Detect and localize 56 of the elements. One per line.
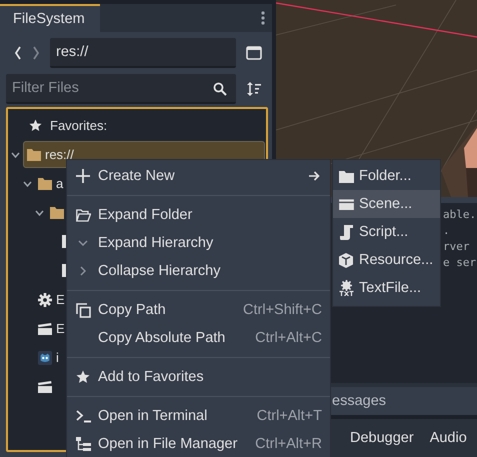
file-tree-icon bbox=[76, 436, 90, 452]
filter-field[interactable]: Filter Files bbox=[6, 74, 236, 104]
terminal-icon bbox=[76, 410, 90, 422]
folder-icon bbox=[338, 170, 354, 182]
sort-icon[interactable] bbox=[246, 81, 262, 97]
plus-icon bbox=[76, 169, 90, 183]
menu-item[interactable]: Folder... bbox=[333, 162, 440, 190]
search-icon bbox=[213, 82, 227, 96]
folder-icon bbox=[50, 206, 64, 218]
back-icon[interactable] bbox=[14, 46, 22, 60]
menu-item[interactable]: Script... bbox=[333, 218, 440, 246]
chevron-down-icon bbox=[78, 240, 88, 246]
copy-icon bbox=[76, 302, 90, 318]
bottom-panel-tab[interactable]: Audio bbox=[430, 430, 467, 446]
gear-icon bbox=[38, 292, 52, 306]
tree-item-label[interactable]: res:// bbox=[45, 147, 74, 162]
tree-item-label[interactable]: E bbox=[56, 321, 65, 336]
menu-item[interactable]: Resource... bbox=[333, 246, 440, 274]
clapperboard-icon bbox=[38, 380, 52, 392]
favorites-label: Favorites: bbox=[50, 118, 108, 133]
console-text: able. bbox=[443, 207, 477, 223]
menu-item[interactable]: TextFile... bbox=[333, 274, 440, 302]
more-options-icon[interactable] bbox=[261, 11, 265, 25]
scroll-icon bbox=[340, 224, 352, 240]
menu-item[interactable]: Copy Path Ctrl+Shift+C bbox=[67, 296, 330, 324]
star-icon bbox=[29, 119, 42, 132]
menu-item[interactable]: Open in File Manager Ctrl+Alt+R bbox=[67, 430, 330, 457]
cube-icon bbox=[339, 252, 353, 268]
menu-item[interactable]: Open in Terminal Ctrl+Alt+T bbox=[67, 402, 330, 430]
menu-item[interactable]: Copy Absolute Path Ctrl+Alt+C bbox=[67, 324, 330, 352]
layout-toggle-icon[interactable] bbox=[246, 46, 262, 60]
console-text: e ser bbox=[443, 255, 477, 271]
robot-logo-icon bbox=[38, 350, 52, 364]
open-folder-icon bbox=[76, 208, 90, 222]
messages-label: essages bbox=[332, 393, 386, 409]
folder-icon bbox=[38, 178, 52, 190]
tree-item-label[interactable]: E bbox=[56, 292, 65, 307]
folder-icon bbox=[27, 148, 41, 160]
clapperboard-icon bbox=[38, 322, 52, 334]
menu-item[interactable]: Expand Hierarchy bbox=[67, 229, 330, 257]
path-field[interactable]: res:// bbox=[50, 38, 236, 68]
tree-item-label[interactable]: a bbox=[56, 176, 64, 191]
menu-item[interactable]: Expand Folder bbox=[67, 201, 330, 229]
forward-icon[interactable] bbox=[32, 46, 40, 60]
console-text: rver bbox=[443, 239, 470, 255]
filesystem-tab[interactable]: FileSystem bbox=[0, 4, 100, 32]
star-icon bbox=[76, 370, 90, 384]
tree-item-label[interactable]: i bbox=[56, 350, 59, 365]
console-text: . bbox=[443, 223, 451, 239]
text-file-icon bbox=[338, 280, 354, 296]
menu-item[interactable]: Collapse Hierarchy bbox=[67, 257, 330, 285]
clapperboard-icon bbox=[338, 198, 354, 210]
bottom-panel-tab[interactable]: Debugger bbox=[350, 430, 414, 446]
menu-item[interactable]: Add to Favorites bbox=[67, 363, 330, 391]
menu-item[interactable]: Scene... bbox=[333, 190, 440, 218]
chevron-right-icon bbox=[80, 266, 86, 276]
